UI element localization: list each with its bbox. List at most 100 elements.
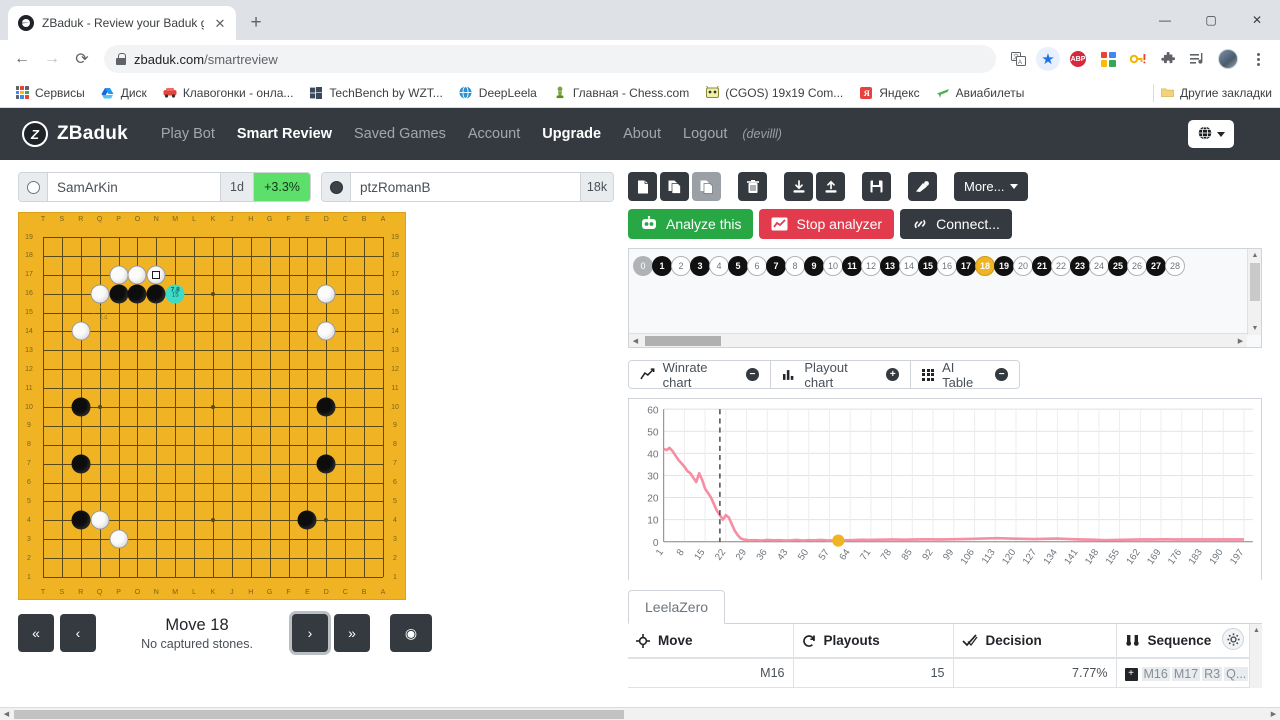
stone-black[interactable] — [127, 284, 147, 304]
translate-icon[interactable]: 文 A — [1006, 47, 1030, 71]
go-board[interactable]: T T S S R R Q Q P P O O N N M M L L K K J J H H G G F F E E D D C C B B A A 19… — [18, 212, 406, 600]
move-chip[interactable]: 10 — [823, 256, 843, 276]
analyze-button[interactable]: Analyze this — [628, 209, 754, 239]
scroll-right-icon[interactable]: ▶ — [1267, 708, 1280, 720]
move-chip[interactable]: 14 — [899, 256, 919, 276]
maximize-icon[interactable]: ▢ — [1188, 0, 1234, 40]
player-white-name[interactable]: SamArKin — [48, 173, 220, 201]
move-chip[interactable]: 27 — [1146, 256, 1166, 276]
expand-icon[interactable]: + — [1124, 667, 1138, 681]
bookmark-item[interactable]: Главная - Chess.com — [546, 83, 696, 103]
first-move-button[interactable]: « — [18, 614, 54, 652]
stone-white[interactable] — [109, 529, 129, 549]
stone-black[interactable] — [71, 454, 91, 474]
nav-item-upgrade[interactable]: Upgrade — [531, 126, 612, 142]
move-list-hscrollbar[interactable]: ◀ ▶ — [629, 333, 1247, 347]
bookmark-item[interactable]: Сервисы — [8, 83, 92, 103]
ai-table-scrollbar[interactable]: ▲ — [1249, 624, 1262, 688]
bookmark-item[interactable]: Диск — [94, 83, 154, 103]
move-chip[interactable]: 19 — [994, 256, 1014, 276]
hscroll-thumb[interactable] — [645, 336, 721, 346]
tab-playout-chart[interactable]: Playout chart + — [770, 361, 912, 388]
nav-item-about[interactable]: About — [612, 126, 672, 142]
forward-icon[interactable]: → — [38, 45, 66, 73]
move-chip[interactable]: 13 — [880, 256, 900, 276]
vscroll-thumb[interactable] — [1250, 263, 1260, 301]
page-horizontal-scrollbar[interactable]: ◀ ▶ — [0, 707, 1280, 720]
stone-white[interactable] — [316, 321, 336, 341]
stone-black[interactable] — [316, 397, 336, 417]
move-chip[interactable]: 23 — [1070, 256, 1090, 276]
new-tab-button[interactable]: + — [242, 9, 270, 37]
nav-item-account[interactable]: Account — [457, 126, 531, 142]
page-hscroll-thumb[interactable] — [14, 710, 624, 719]
move-chip[interactable]: 21 — [1032, 256, 1052, 276]
bookmark-star-icon[interactable]: ★ — [1036, 47, 1060, 71]
winrate-chart-toggle[interactable]: − — [746, 368, 759, 381]
nav-item-saved-games[interactable]: Saved Games — [343, 126, 457, 142]
winrate-chart[interactable]: 0 10 20 30 40 50 60 1 8 15 22 29 36 43 50 57 64 71 78 85 92 9… — [628, 398, 1262, 585]
move-chip[interactable]: 0 — [633, 256, 653, 276]
move-chip[interactable]: 25 — [1108, 256, 1128, 276]
tab-leelazero[interactable]: LeelaZero — [628, 590, 726, 624]
stone-white[interactable] — [127, 265, 147, 285]
upload-button[interactable] — [816, 172, 845, 201]
column-playouts[interactable]: Playouts — [793, 624, 954, 659]
tab-ai-table[interactable]: AI Table − — [911, 361, 1019, 388]
download-button[interactable] — [784, 172, 813, 201]
move-chip[interactable]: 6 — [747, 256, 767, 276]
scroll-left-icon[interactable]: ◀ — [629, 334, 642, 347]
move-chip[interactable]: 5 — [728, 256, 748, 276]
move-chip[interactable]: 9 — [804, 256, 824, 276]
move-chip[interactable]: 12 — [861, 256, 881, 276]
close-icon[interactable]: ✕ — [212, 15, 228, 31]
scroll-left-icon[interactable]: ◀ — [0, 708, 13, 720]
move-chip[interactable]: 7 — [766, 256, 786, 276]
scroll-down-icon[interactable]: ▼ — [1248, 322, 1262, 335]
bookmark-item[interactable]: Клавогонки - онла... — [156, 83, 301, 103]
media-playlist-icon[interactable] — [1186, 47, 1210, 71]
stone-black[interactable] — [316, 454, 336, 474]
bookmark-item[interactable]: TechBench by WZT... — [302, 83, 449, 103]
extensions-puzzle-icon[interactable] — [1156, 47, 1180, 71]
avatar[interactable] — [1216, 47, 1240, 71]
stone-white[interactable] — [71, 321, 91, 341]
stop-analyzer-button[interactable]: Stop analyzer — [759, 209, 895, 239]
move-chip[interactable]: 24 — [1089, 256, 1109, 276]
last-move-button[interactable]: » — [334, 614, 370, 652]
stone-black[interactable] — [71, 510, 91, 530]
stone-white[interactable] — [90, 510, 110, 530]
move-chip[interactable]: 11 — [842, 256, 862, 276]
table-row[interactable]: M16 15 7.77% + M16 M17 R3 Q... — [628, 658, 1262, 688]
move-chip[interactable]: 15 — [918, 256, 938, 276]
nav-item-play-bot[interactable]: Play Bot — [150, 126, 226, 142]
nav-item-smart-review[interactable]: Smart Review — [226, 126, 343, 142]
move-chip[interactable]: 1 — [652, 256, 672, 276]
nav-item-logout[interactable]: Logout — [672, 126, 738, 142]
stone-white[interactable] — [316, 284, 336, 304]
stone-black[interactable] — [109, 284, 129, 304]
playout-chart-toggle[interactable]: + — [886, 368, 900, 381]
scroll-up-icon[interactable]: ▲ — [1248, 249, 1262, 262]
minimize-icon[interactable]: — — [1142, 0, 1188, 40]
move-chip[interactable]: 3 — [690, 256, 710, 276]
ai-table-toggle[interactable]: − — [995, 368, 1008, 381]
tab-winrate-chart[interactable]: Winrate chart − — [629, 361, 771, 388]
chrome-menu-icon[interactable] — [1246, 47, 1270, 71]
column-move[interactable]: Move — [628, 624, 794, 659]
move-chip[interactable]: 4 — [709, 256, 729, 276]
move-list-vscrollbar[interactable]: ▲ ▼ — [1247, 249, 1261, 335]
edit-button[interactable] — [908, 172, 937, 201]
move-chip[interactable]: 18 — [975, 256, 995, 276]
password-key-icon[interactable] — [1126, 47, 1150, 71]
move-list-track[interactable]: 0 1 2 3 4 5 6 7 8 9 10 11 12 13 14 15 16 17 18 19 20 21 22 23 24… — [633, 254, 1243, 278]
prev-move-button[interactable]: ‹ — [60, 614, 96, 652]
move-chip[interactable]: 26 — [1127, 256, 1147, 276]
bookmark-item[interactable]: (CGOS) 19x19 Com... — [698, 83, 850, 103]
color-grid-icon[interactable] — [1096, 47, 1120, 71]
reload-icon[interactable]: ⟳ — [68, 45, 96, 73]
save-button[interactable] — [862, 172, 891, 201]
connect-button[interactable]: Connect... — [900, 209, 1012, 239]
bookmark-item[interactable]: Я Яндекс — [852, 83, 926, 103]
bookmark-item[interactable]: Авиабилеты — [929, 83, 1032, 103]
